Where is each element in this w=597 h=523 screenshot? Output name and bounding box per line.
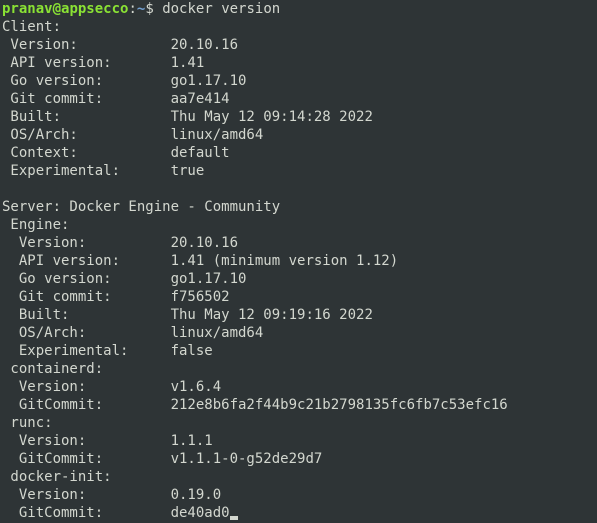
dockerinit-version: Version: 0.19.0 (2, 486, 595, 504)
client-context: Context: default (2, 144, 595, 162)
client-experimental: Experimental: true (2, 162, 595, 180)
containerd-git-commit: GitCommit: 212e8b6fa2f44b9c21b2798135fc6… (2, 396, 595, 414)
containerd-version: Version: v1.6.4 (2, 378, 595, 396)
client-built: Built: Thu May 12 09:14:28 2022 (2, 108, 595, 126)
containerd-header: containerd: (2, 360, 595, 378)
engine-api-version: API version: 1.41 (minimum version 1.12) (2, 252, 595, 270)
engine-os-arch: OS/Arch: linux/amd64 (2, 324, 595, 342)
client-api-version: API version: 1.41 (2, 54, 595, 72)
client-go-version: Go version: go1.17.10 (2, 72, 595, 90)
prompt-host: appsecco (61, 1, 128, 17)
command-text: docker version (162, 1, 280, 17)
engine-version: Version: 20.10.16 (2, 234, 595, 252)
dockerinit-header: docker-init: (2, 468, 595, 486)
prompt-user: pranav (2, 1, 53, 17)
blank-line (2, 180, 595, 198)
dockerinit-git-commit: GitCommit: de40ad0 (2, 504, 595, 522)
runc-git-commit: GitCommit: v1.1.1-0-g52de29d7 (2, 450, 595, 468)
engine-header: Engine: (2, 216, 595, 234)
client-version: Version: 20.10.16 (2, 36, 595, 54)
prompt-line: pranav@appsecco:~$ docker version (2, 0, 595, 18)
server-header: Server: Docker Engine - Community (2, 198, 595, 216)
runc-header: runc: (2, 414, 595, 432)
prompt-colon: : (128, 1, 136, 17)
terminal[interactable]: pranav@appsecco:~$ docker version Client… (0, 0, 597, 522)
prompt-dollar: $ (145, 1, 162, 17)
prompt-at: @ (53, 1, 61, 17)
client-header: Client: (2, 18, 595, 36)
engine-experimental: Experimental: false (2, 342, 595, 360)
engine-git-commit: Git commit: f756502 (2, 288, 595, 306)
client-os-arch: OS/Arch: linux/amd64 (2, 126, 595, 144)
client-git-commit: Git commit: aa7e414 (2, 90, 595, 108)
runc-version: Version: 1.1.1 (2, 432, 595, 450)
engine-go-version: Go version: go1.17.10 (2, 270, 595, 288)
cursor (230, 516, 238, 520)
engine-built: Built: Thu May 12 09:19:16 2022 (2, 306, 595, 324)
